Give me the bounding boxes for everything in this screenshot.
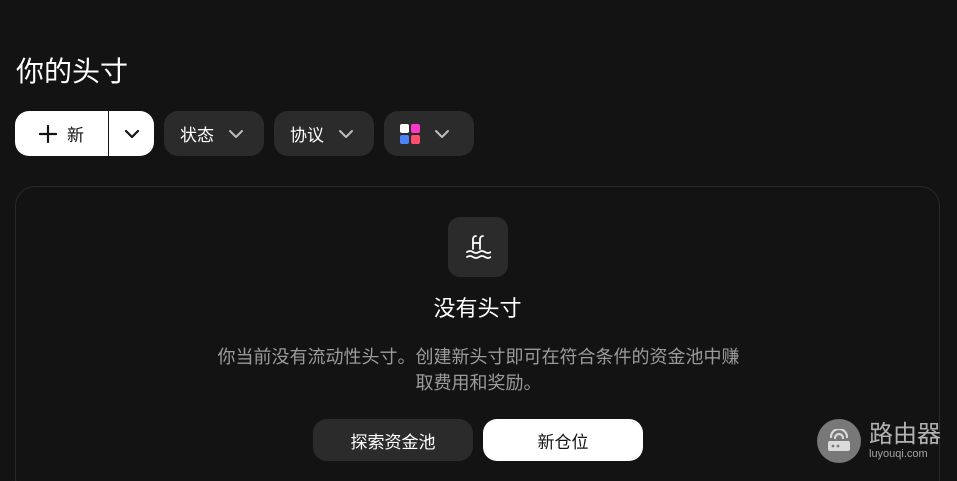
status-filter-button[interactable]: 状态 xyxy=(164,111,264,156)
protocol-filter-label: 协议 xyxy=(290,126,324,146)
network-icon xyxy=(400,123,409,133)
network-icon xyxy=(411,134,420,144)
toolbar: 新 状态 协议 xyxy=(15,111,474,156)
router-logo-icon xyxy=(817,419,861,463)
watermark-url: luyouqi.com xyxy=(869,448,928,460)
new-button-label: 新 xyxy=(67,126,84,146)
empty-state-title: 没有头寸 xyxy=(433,297,522,322)
empty-positions-card: 没有头寸 你当前没有流动性头寸。创建新头寸即可在符合条件的资金池中赚取费用和奖励… xyxy=(15,186,940,481)
new-position-cta-button[interactable]: 新仓位 xyxy=(483,419,643,461)
page-title: 你的头寸 xyxy=(16,55,129,88)
watermark: 路由器 luyouqi.com xyxy=(817,419,941,463)
explore-pools-button[interactable]: 探索资金池 xyxy=(313,419,473,461)
chevron-down-icon xyxy=(124,129,139,138)
chevron-down-icon xyxy=(435,129,449,138)
status-filter-label: 状态 xyxy=(180,126,214,146)
network-icons xyxy=(400,123,420,144)
pool-icon-tile xyxy=(448,217,508,277)
network-icon xyxy=(411,123,420,133)
new-position-split-button: 新 xyxy=(15,111,154,156)
chevron-down-icon xyxy=(339,129,353,138)
watermark-name: 路由器 xyxy=(869,420,941,448)
watermark-text: 路由器 luyouqi.com xyxy=(869,422,941,460)
plus-icon xyxy=(39,124,57,143)
chevron-down-icon xyxy=(229,129,243,138)
empty-state-actions: 探索资金池 新仓位 xyxy=(313,419,643,461)
positions-page: 你的头寸 新 状态 协议 没有头寸 你当前没有流动性头寸。创建新头寸即可在符合条… xyxy=(0,0,957,481)
new-position-button[interactable]: 新 xyxy=(15,111,109,156)
protocol-filter-button[interactable]: 协议 xyxy=(274,111,374,156)
new-options-toggle[interactable] xyxy=(109,111,154,156)
network-filter-button[interactable] xyxy=(384,111,474,156)
empty-state-description: 你当前没有流动性头寸。创建新头寸即可在符合条件的资金池中赚取费用和奖励。 xyxy=(217,347,740,394)
pool-icon xyxy=(466,235,491,259)
network-icon xyxy=(400,134,409,144)
